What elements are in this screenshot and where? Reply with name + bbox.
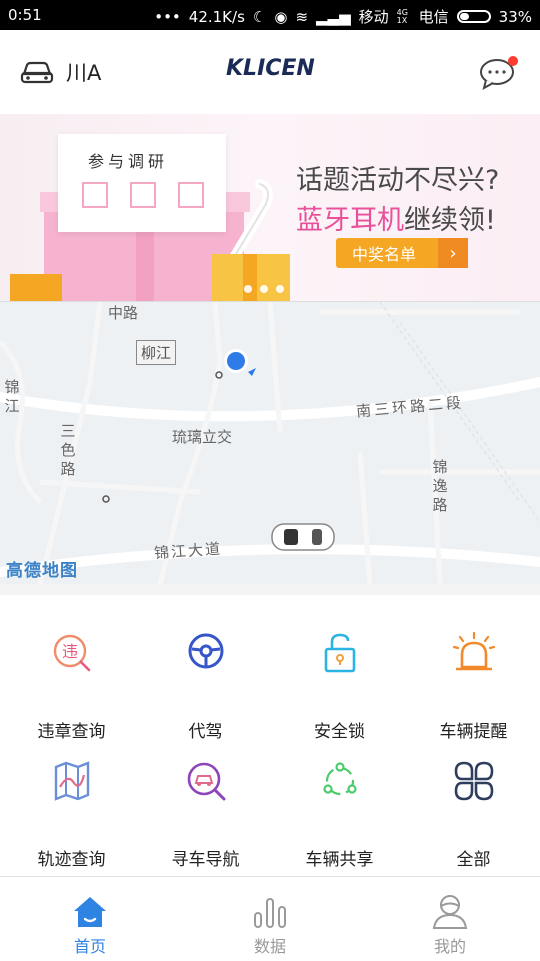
- unlock-icon: [324, 633, 356, 673]
- function-grid: 违 违章查询 代驾 安全锁 车辆提醒 轨迹查询 寻车导航 车辆共享 全部: [0, 595, 540, 877]
- map-roads: [0, 302, 540, 585]
- survey-paper-text: 参与调研: [88, 152, 169, 171]
- grid-item-label: 代驾: [188, 722, 223, 742]
- banner-headline-2: 蓝牙耳机继续领!: [296, 198, 496, 237]
- map-label-road: 中路: [108, 304, 139, 322]
- grid-item-track[interactable]: 轨迹查询: [4, 759, 139, 870]
- map-provider-logo: 高德地图: [6, 561, 78, 581]
- signal-icon: ◉: [274, 7, 288, 26]
- tab-data[interactable]: 数据: [180, 877, 360, 961]
- grid-item-vehicle-share[interactable]: 车辆共享: [272, 759, 407, 870]
- grid-item-label: 车辆共享: [305, 850, 374, 870]
- carousel-dot[interactable]: [260, 285, 268, 293]
- banner-highlight: 蓝牙耳机: [296, 205, 404, 236]
- divider: [0, 584, 540, 595]
- chat-bubble-icon[interactable]: [478, 52, 522, 92]
- grid-item-vehicle-alert[interactable]: 车辆提醒: [406, 631, 540, 742]
- plate-number[interactable]: 川A: [66, 57, 101, 87]
- violation-icon: 违: [53, 634, 91, 672]
- wifi-icon: ≋: [295, 7, 309, 26]
- network-type: 4G 1X: [396, 7, 408, 25]
- grid-item-label: 安全锁: [314, 722, 365, 742]
- grid-item-chauffeur[interactable]: 代驾: [138, 631, 273, 742]
- map-label-jinjiang: 锦江: [4, 378, 20, 415]
- map-label-liulilijiao: 琉璃立交: [172, 428, 233, 446]
- grid-item-security-lock[interactable]: 安全锁: [272, 631, 407, 742]
- map-label-jinyi: 锦逸路: [432, 458, 448, 514]
- tab-label: 首页: [73, 937, 106, 956]
- brand-logo: KLICEN: [226, 56, 315, 81]
- small-gift-graphic: [10, 274, 62, 301]
- svg-text:违: 违: [62, 642, 78, 661]
- chevron-right-icon: ›: [438, 238, 468, 268]
- gold-gift-band: [243, 254, 257, 301]
- status-bar: 0:51 ••• 42.1K/s ☾ ◉ ≋ ▂▃▅ 移动 4G 1X 电信 3…: [0, 0, 540, 30]
- bar-chart-icon: [254, 898, 286, 928]
- user-icon: [432, 895, 468, 929]
- vehicle-marker: [271, 523, 335, 551]
- alarm-light-icon: [452, 631, 496, 671]
- tab-label: 我的: [433, 937, 466, 956]
- grid-item-label: 寻车导航: [171, 850, 240, 870]
- grid-item-label: 车辆提醒: [439, 722, 508, 742]
- map-district-label: 柳江: [136, 340, 177, 365]
- banner-headline-1: 话题活动不尽兴?: [296, 165, 500, 196]
- car-icon[interactable]: [18, 52, 56, 90]
- checkbox-icon: [130, 182, 156, 208]
- carousel-dot[interactable]: [244, 285, 252, 293]
- carrier-2: 电信: [418, 8, 449, 26]
- all-apps-icon: [454, 761, 494, 801]
- grid-item-violation[interactable]: 违 违章查询: [4, 631, 139, 742]
- tab-mine[interactable]: 我的: [360, 877, 540, 961]
- battery-percent: 33%: [498, 7, 532, 26]
- network-speed: 42.1K/s: [188, 7, 245, 26]
- map-view[interactable]: 中路 柳江 南三环路二段 琉璃立交 锦江大道 三色路 锦逸路 锦江 高德地图: [0, 301, 540, 585]
- status-more: •••: [154, 7, 181, 26]
- grid-item-label: 全部: [456, 850, 491, 870]
- promo-banner[interactable]: 参与调研 话题活动不尽兴? 蓝牙耳机继续领! 中奖名单 ›: [0, 114, 540, 301]
- battery-icon: [456, 10, 491, 23]
- winners-list-button[interactable]: 中奖名单 ›: [336, 238, 468, 268]
- grid-item-label: 违章查询: [37, 722, 106, 742]
- cell-signal-icon: ▂▃▅: [316, 7, 351, 26]
- route-map-icon: [54, 761, 90, 801]
- home-icon: [74, 897, 106, 927]
- tab-label: 数据: [253, 937, 286, 956]
- winners-list-label: 中奖名单: [352, 245, 417, 264]
- map-label-sanse: 三色路: [60, 422, 76, 478]
- tab-home[interactable]: 首页: [0, 877, 180, 961]
- grid-item-label: 轨迹查询: [37, 850, 106, 870]
- checkbox-icon: [82, 182, 108, 208]
- carousel-dot[interactable]: [276, 285, 284, 293]
- moon-icon: ☾: [252, 7, 267, 26]
- status-right: ••• 42.1K/s ☾ ◉ ≋ ▂▃▅ 移动 4G 1X 电信 33%: [154, 6, 532, 27]
- steering-wheel-icon: [188, 633, 224, 669]
- car-search-icon: [187, 762, 226, 801]
- status-time: 0:51: [8, 6, 42, 24]
- carrier-1: 移动: [358, 8, 389, 26]
- share-icon: [323, 762, 357, 796]
- app-header: 川A KLICEN: [0, 30, 540, 114]
- grid-item-all[interactable]: 全部: [406, 759, 540, 870]
- grid-item-find-car[interactable]: 寻车导航: [138, 759, 273, 870]
- bottom-nav: 首页 数据 我的: [0, 876, 540, 961]
- banner-headline-rest: 继续领!: [404, 205, 496, 236]
- carousel-indicator: [244, 285, 284, 293]
